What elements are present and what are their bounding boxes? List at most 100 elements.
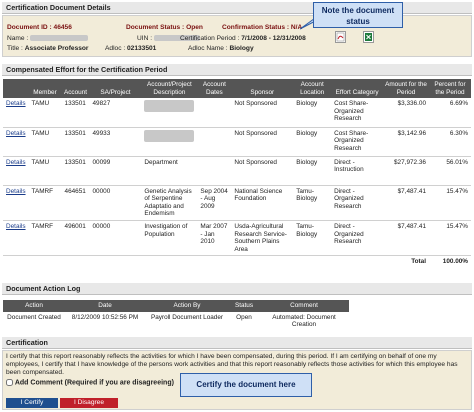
callout-status-note: Note the document status <box>313 2 403 28</box>
location-cell: Biology <box>293 156 332 186</box>
column-header-dates: Account Dates <box>197 79 232 99</box>
description-cell <box>141 98 198 128</box>
location-cell: Tamu-Biology <box>293 220 332 257</box>
disagree-button[interactable]: I Disagree <box>60 398 118 408</box>
project-cell: 00000 <box>89 220 142 257</box>
amount-cell: $3,142.96 <box>383 127 429 157</box>
sponsor-cell: Not Sponsored <box>231 156 294 186</box>
category-cell: Cost Share-Organized Research <box>331 127 384 157</box>
date-cell: 8/12/2009 10:52:56 PM <box>71 313 139 321</box>
location-cell: Tamu-Biology <box>293 185 332 222</box>
dates-cell <box>197 127 232 157</box>
details-link[interactable]: Details <box>6 159 26 166</box>
member-cell: TAMU <box>28 98 62 128</box>
column-header-comment: Comment <box>259 300 349 312</box>
column-header-location: Account Location <box>293 79 332 99</box>
account-cell: 133501 <box>61 98 90 128</box>
member-cell: TAMU <box>28 156 62 186</box>
sponsor-cell: National Science Foundation <box>231 185 294 222</box>
percent-cell: 15.47% <box>429 185 471 222</box>
dates-cell <box>197 98 232 128</box>
column-header-details <box>3 79 29 99</box>
column-header-date: Date <box>65 300 145 312</box>
dates-cell: Mar 2007 - Jan 2010 <box>197 220 232 257</box>
total-row: Total 100.00% <box>3 256 471 268</box>
project-cell: 49827 <box>89 98 142 128</box>
status-cell: Open <box>236 313 252 321</box>
description-cell: Department <box>141 156 198 186</box>
column-header-action-by: Action By <box>145 300 229 312</box>
category-cell: Direct - Organized Research <box>331 220 384 257</box>
description-cell <box>141 127 198 157</box>
add-comment-checkbox[interactable] <box>6 379 13 386</box>
column-header-action: Action <box>3 300 65 312</box>
location-cell: Biology <box>293 98 332 128</box>
project-cell: 49933 <box>89 127 142 157</box>
column-header-effort-category: Effort Category <box>331 79 384 99</box>
action-log-table: Action Date Action By Status Comment Doc… <box>3 300 349 331</box>
project-cell: 00099 <box>89 156 142 186</box>
percent-cell: 6.30% <box>429 127 471 157</box>
amount-cell: $7,487.41 <box>383 220 429 257</box>
table-row: Details TAMRF 496001 00000 Investigation… <box>3 220 471 257</box>
account-cell: 133501 <box>61 127 90 157</box>
description-cell: Investigation of Population <box>141 220 198 257</box>
column-header-sponsor: Sponsor <box>231 79 294 99</box>
action-by-cell: Payroll Document Loader <box>150 313 224 321</box>
table-header-row: Action Date Action By Status Comment <box>3 300 349 312</box>
redacted-description <box>144 129 195 142</box>
details-link[interactable]: Details <box>6 188 26 195</box>
amount-cell: $3,336.00 <box>383 98 429 128</box>
percent-cell: 15.47% <box>429 220 471 257</box>
account-cell: 464651 <box>61 185 90 222</box>
category-cell: Direct - Instruction <box>331 156 384 186</box>
details-link[interactable]: Details <box>6 100 26 107</box>
sponsor-cell: Usda-Agricultural Research Service-South… <box>231 220 294 257</box>
column-header-amount: Amount for the Period <box>383 79 429 99</box>
table-header-row: Member Account SA/Project Account/Projec… <box>3 79 471 99</box>
column-header-status: Status <box>229 300 259 312</box>
description-cell: Genetic Analysis of Serpentine Adaptatio… <box>141 185 198 222</box>
member-cell: TAMRF <box>28 220 62 257</box>
add-comment-option[interactable]: Add Comment (Required if you are disagre… <box>6 379 174 386</box>
amount-cell: $27,972.36 <box>383 156 429 186</box>
category-cell: Direct - Organized Research <box>331 185 384 222</box>
section-header-compensated-effort: Compensated Effort for the Certification… <box>2 64 472 76</box>
amount-cell: $7,487.41 <box>383 185 429 222</box>
redacted-description <box>144 100 195 113</box>
table-row: Details TAMRF 464651 00000 Genetic Analy… <box>3 185 471 222</box>
sponsor-cell: Not Sponsored <box>231 127 294 157</box>
table-row: Details TAMU 133501 49827 Not Sponsored … <box>3 98 471 128</box>
member-cell: TAMRF <box>28 185 62 222</box>
table-row: Details TAMU 133501 00099 Department Not… <box>3 156 471 186</box>
comment-cell: Automated: Document Creation <box>272 313 336 329</box>
location-cell: Biology <box>293 127 332 157</box>
action-cell: Document Created <box>7 313 61 321</box>
section-header-action-log: Document Action Log <box>2 283 472 295</box>
dates-cell <box>197 156 232 186</box>
section-header-certification: Certification <box>2 337 472 349</box>
total-percent: 100.00% <box>442 258 468 266</box>
column-header-account: Account <box>61 79 90 99</box>
certify-button[interactable]: I Certify <box>6 398 58 408</box>
column-header-description: Account/Project Description <box>141 79 198 99</box>
member-cell: TAMU <box>28 127 62 157</box>
account-cell: 133501 <box>61 156 90 186</box>
column-header-percent: Percent for the Period <box>429 79 471 99</box>
callout-certify-note: Certify the document here <box>180 373 312 397</box>
percent-cell: 6.69% <box>429 98 471 128</box>
account-cell: 496001 <box>61 220 90 257</box>
details-link[interactable]: Details <box>6 130 26 137</box>
dates-cell: Sep 2004 - Aug 2009 <box>197 185 232 222</box>
category-cell: Cost Share-Organized Research <box>331 98 384 128</box>
column-header-sa-project: SA/Project <box>89 79 142 99</box>
table-row: Details TAMU 133501 49933 Not Sponsored … <box>3 127 471 157</box>
compensated-effort-table: Member Account SA/Project Account/Projec… <box>3 79 471 268</box>
project-cell: 00000 <box>89 185 142 222</box>
table-row: Document Created 8/12/2009 10:52:56 PM P… <box>3 312 349 331</box>
column-header-member: Member <box>28 79 62 99</box>
percent-cell: 56.01% <box>429 156 471 186</box>
sponsor-cell: Not Sponsored <box>231 98 294 128</box>
total-label: Total <box>411 258 426 266</box>
details-link[interactable]: Details <box>6 223 26 230</box>
